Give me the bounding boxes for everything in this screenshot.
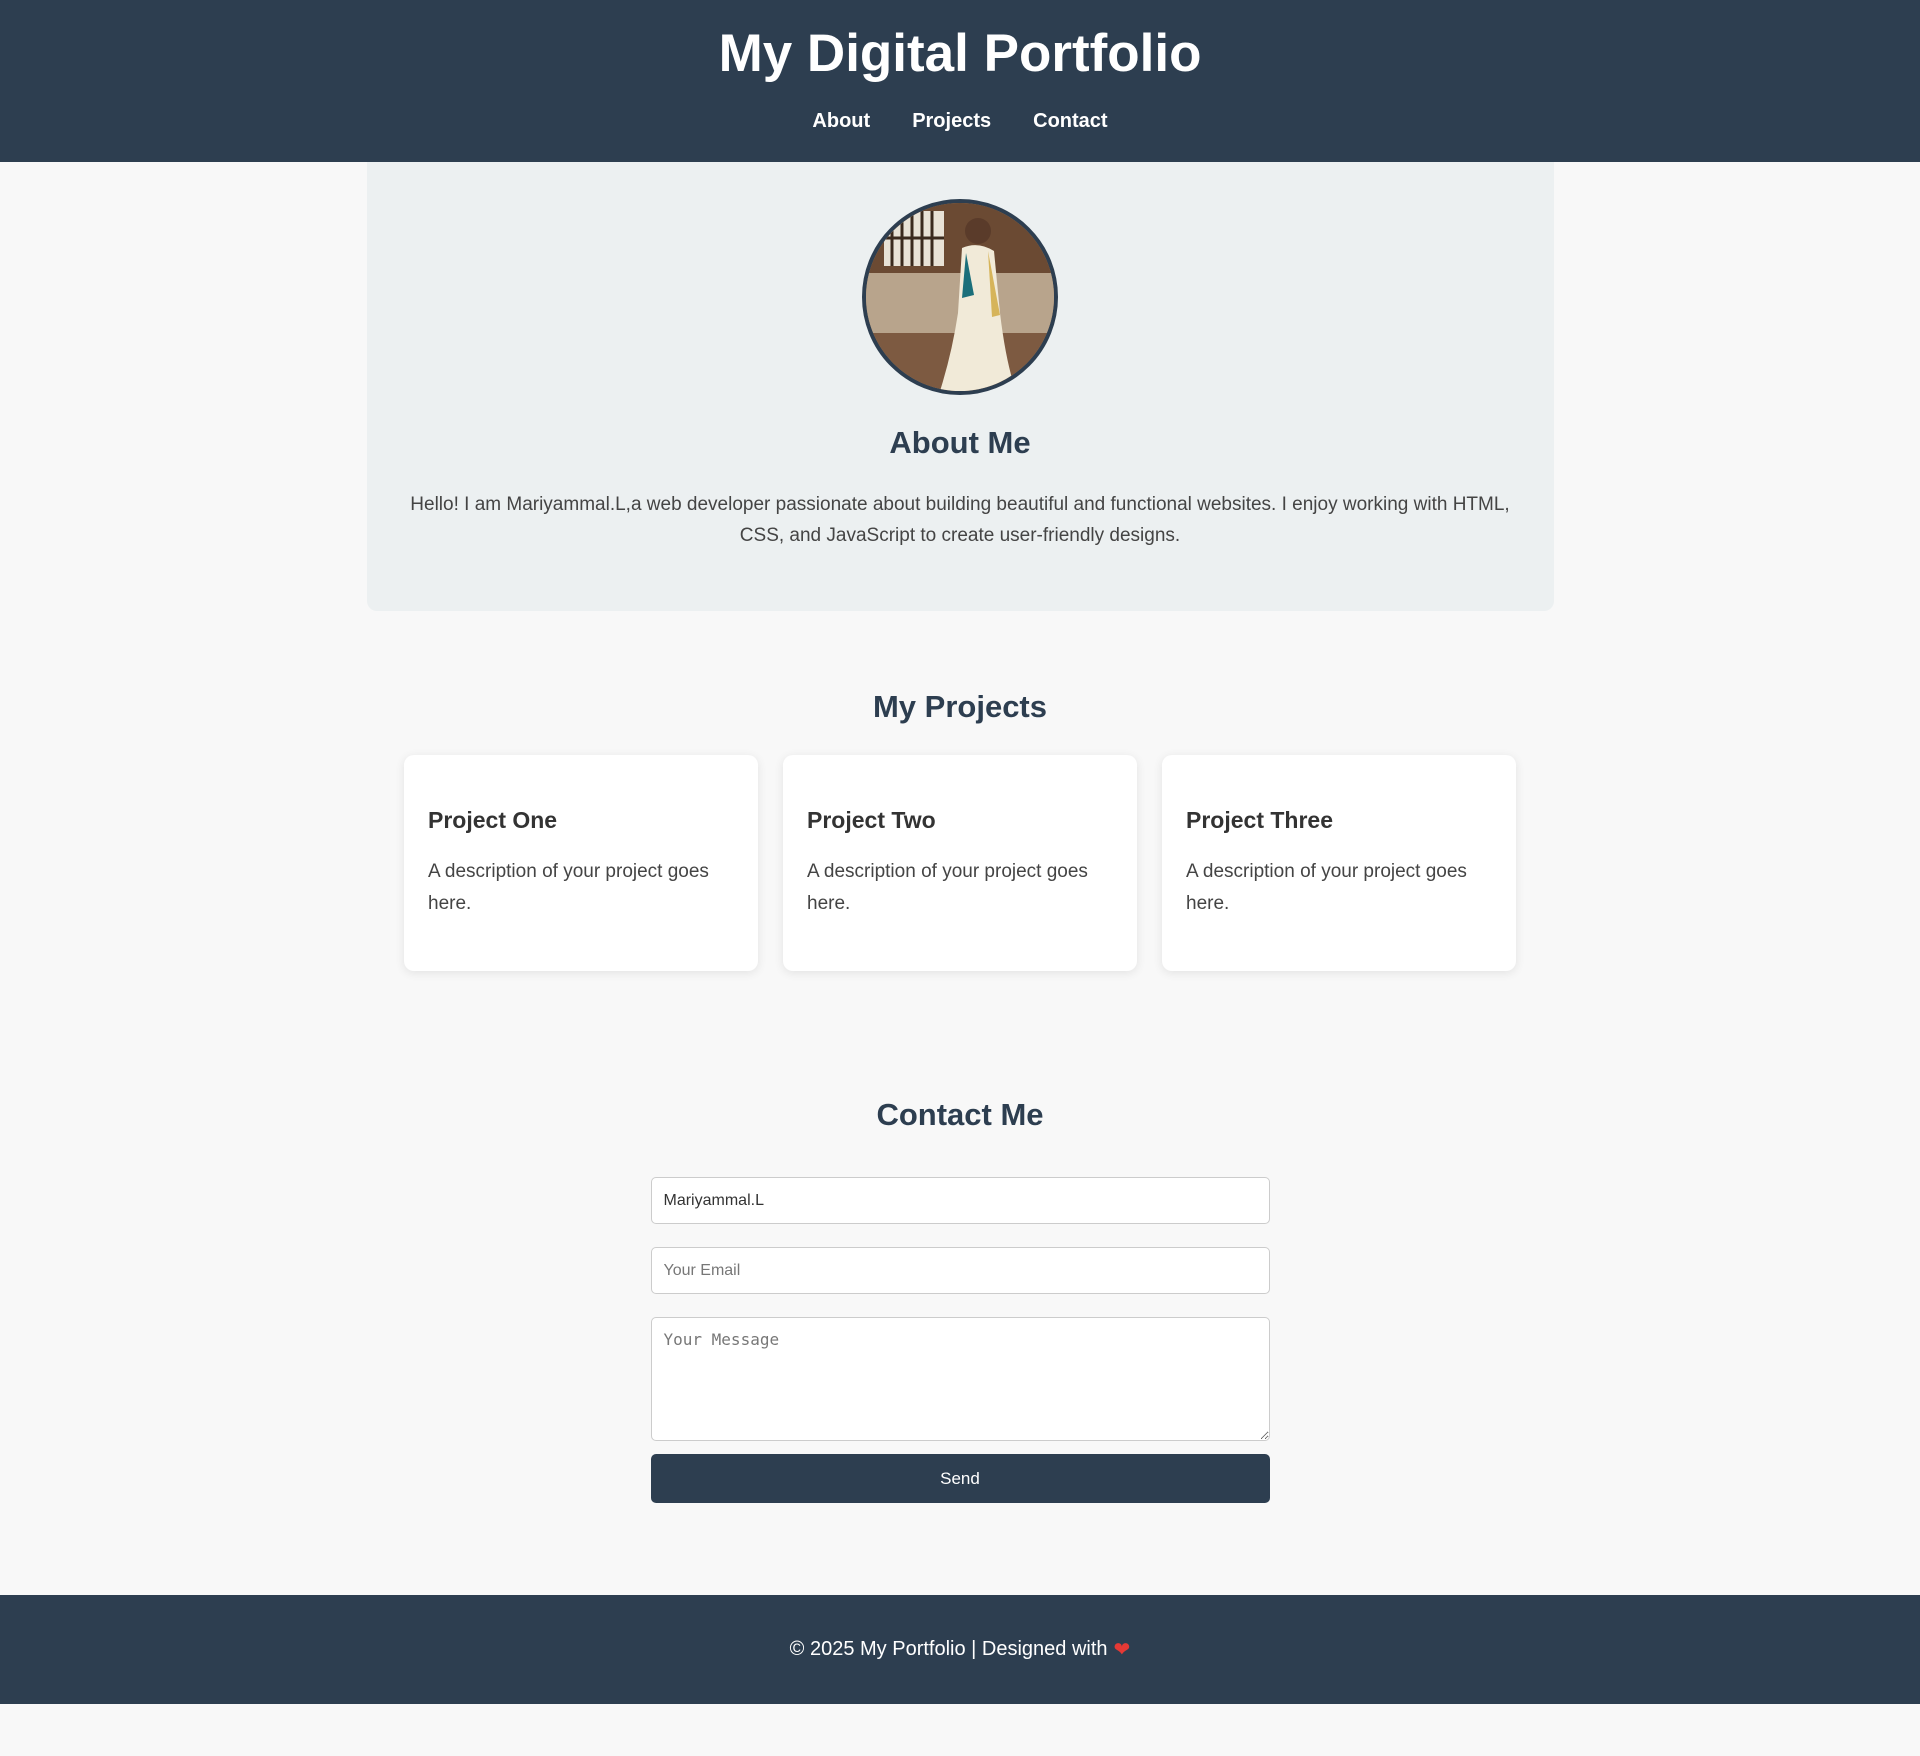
about-heading: About Me [889, 425, 1031, 460]
project-title: Project Three [1186, 807, 1333, 833]
project-title: Project One [428, 807, 558, 833]
projects-section: My Projects Project One A description of… [0, 689, 1920, 971]
footer-text: © 2025 My Portfolio | Designed with [789, 1638, 1108, 1660]
contact-heading: Contact Me [876, 1097, 1044, 1132]
project-card: Project Three A description of your proj… [1162, 755, 1516, 971]
projects-heading: My Projects [872, 689, 1047, 724]
contact-form: Send [650, 1177, 1270, 1503]
project-card: Project Two A description of your projec… [783, 755, 1137, 971]
project-description: A description of your project goes here. [1186, 861, 1467, 914]
site-footer: © 2025 My Portfolio | Designed with ❤ [0, 1595, 1920, 1704]
site-title: My Digital Portfolio [718, 24, 1202, 83]
send-button[interactable]: Send [650, 1454, 1270, 1503]
main-nav: About Projects Contact [0, 110, 1920, 133]
profile-photo-image [866, 203, 1054, 391]
site-header: My Digital Portfolio About Projects Cont… [0, 0, 1920, 162]
about-section: About Me Hello! I am Mariyammal.L,a web … [366, 162, 1554, 611]
project-title: Project Two [807, 807, 936, 833]
project-description: A description of your project goes here. [428, 861, 709, 914]
nav-link-projects[interactable]: Projects [912, 110, 991, 133]
profile-photo [862, 199, 1058, 395]
about-text: Hello! I am Mariyammal.L,a web developer… [410, 494, 1510, 546]
email-field[interactable] [650, 1247, 1270, 1294]
project-card: Project One A description of your projec… [404, 755, 758, 971]
nav-link-about[interactable]: About [812, 110, 870, 133]
project-cards: Project One A description of your projec… [0, 755, 1920, 971]
project-description: A description of your project goes here. [807, 861, 1088, 914]
message-field[interactable] [650, 1317, 1270, 1441]
nav-link-contact[interactable]: Contact [1033, 110, 1107, 133]
name-field[interactable] [650, 1177, 1270, 1224]
contact-section: Contact Me Send [0, 1097, 1920, 1503]
heart-icon: ❤ [1113, 1639, 1131, 1661]
